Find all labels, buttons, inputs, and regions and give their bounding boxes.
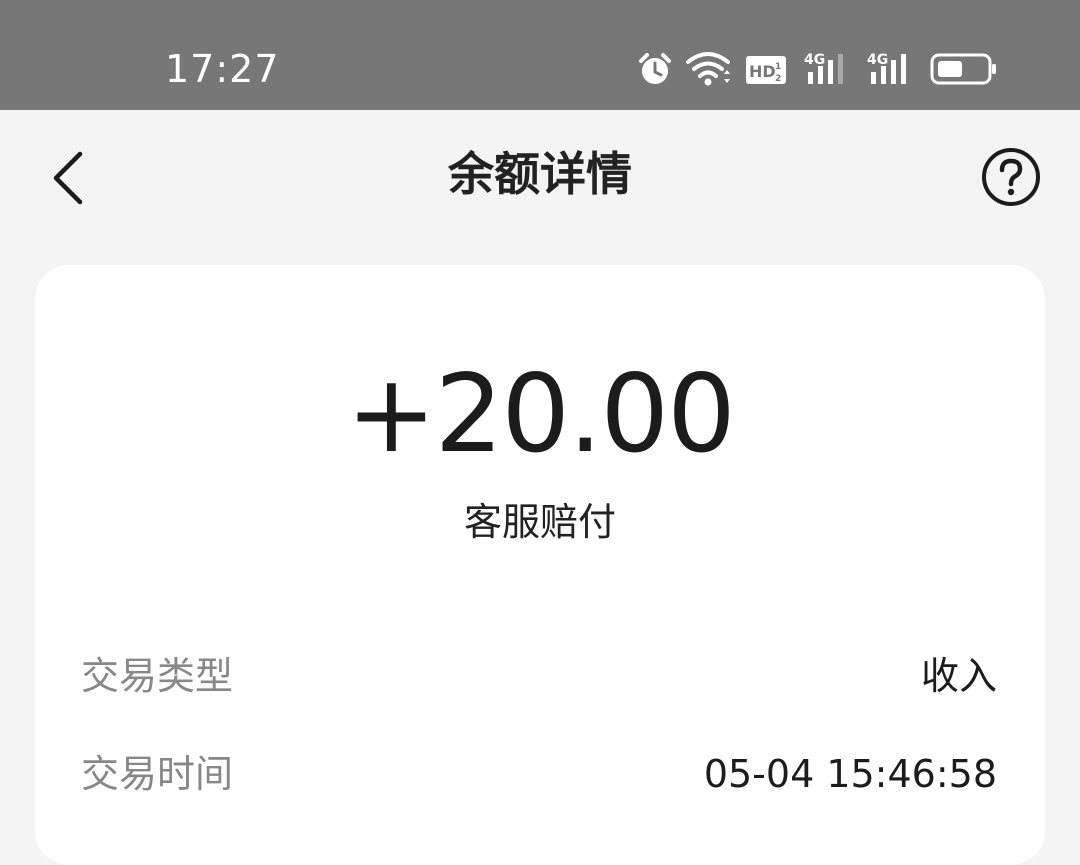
detail-value: 收入	[920, 654, 997, 698]
signal-4g-icon: 4G	[867, 52, 906, 84]
svg-text:4G: 4G	[867, 52, 888, 68]
svg-text:4G: 4G	[804, 52, 825, 68]
help-button[interactable]	[978, 144, 1044, 210]
detail-label: 交易时间	[81, 752, 234, 796]
svg-text:2: 2	[775, 74, 781, 84]
page-title: 余额详情	[448, 147, 632, 201]
status-bar: 17:27 HD 1 2 4G 4G	[0, 0, 1080, 110]
wifi-icon	[686, 52, 730, 86]
battery-icon	[930, 53, 996, 85]
detail-value: 05-04 15:46:58	[703, 752, 997, 796]
question-circle-icon	[982, 148, 1040, 206]
alarm-icon	[639, 53, 671, 84]
transaction-card: +20.00 客服赔付 交易类型 收入 交易时间 05-04 15:46:58	[35, 265, 1045, 865]
signal-4g-icon: 4G	[804, 52, 843, 84]
hd-icon: HD 1 2	[746, 56, 786, 84]
detail-row-time: 交易时间 05-04 15:46:58	[35, 744, 1045, 804]
detail-row-type: 交易类型 收入	[35, 646, 1045, 706]
transaction-description: 客服赔付	[463, 500, 616, 544]
svg-text:1: 1	[775, 62, 781, 72]
svg-text:HD: HD	[749, 62, 776, 81]
status-icons: HD 1 2 4G 4G	[0, 0, 1080, 110]
nav-bar: 余额详情	[0, 110, 1080, 240]
transaction-amount: +20.00	[346, 352, 736, 477]
detail-label: 交易类型	[81, 654, 234, 698]
